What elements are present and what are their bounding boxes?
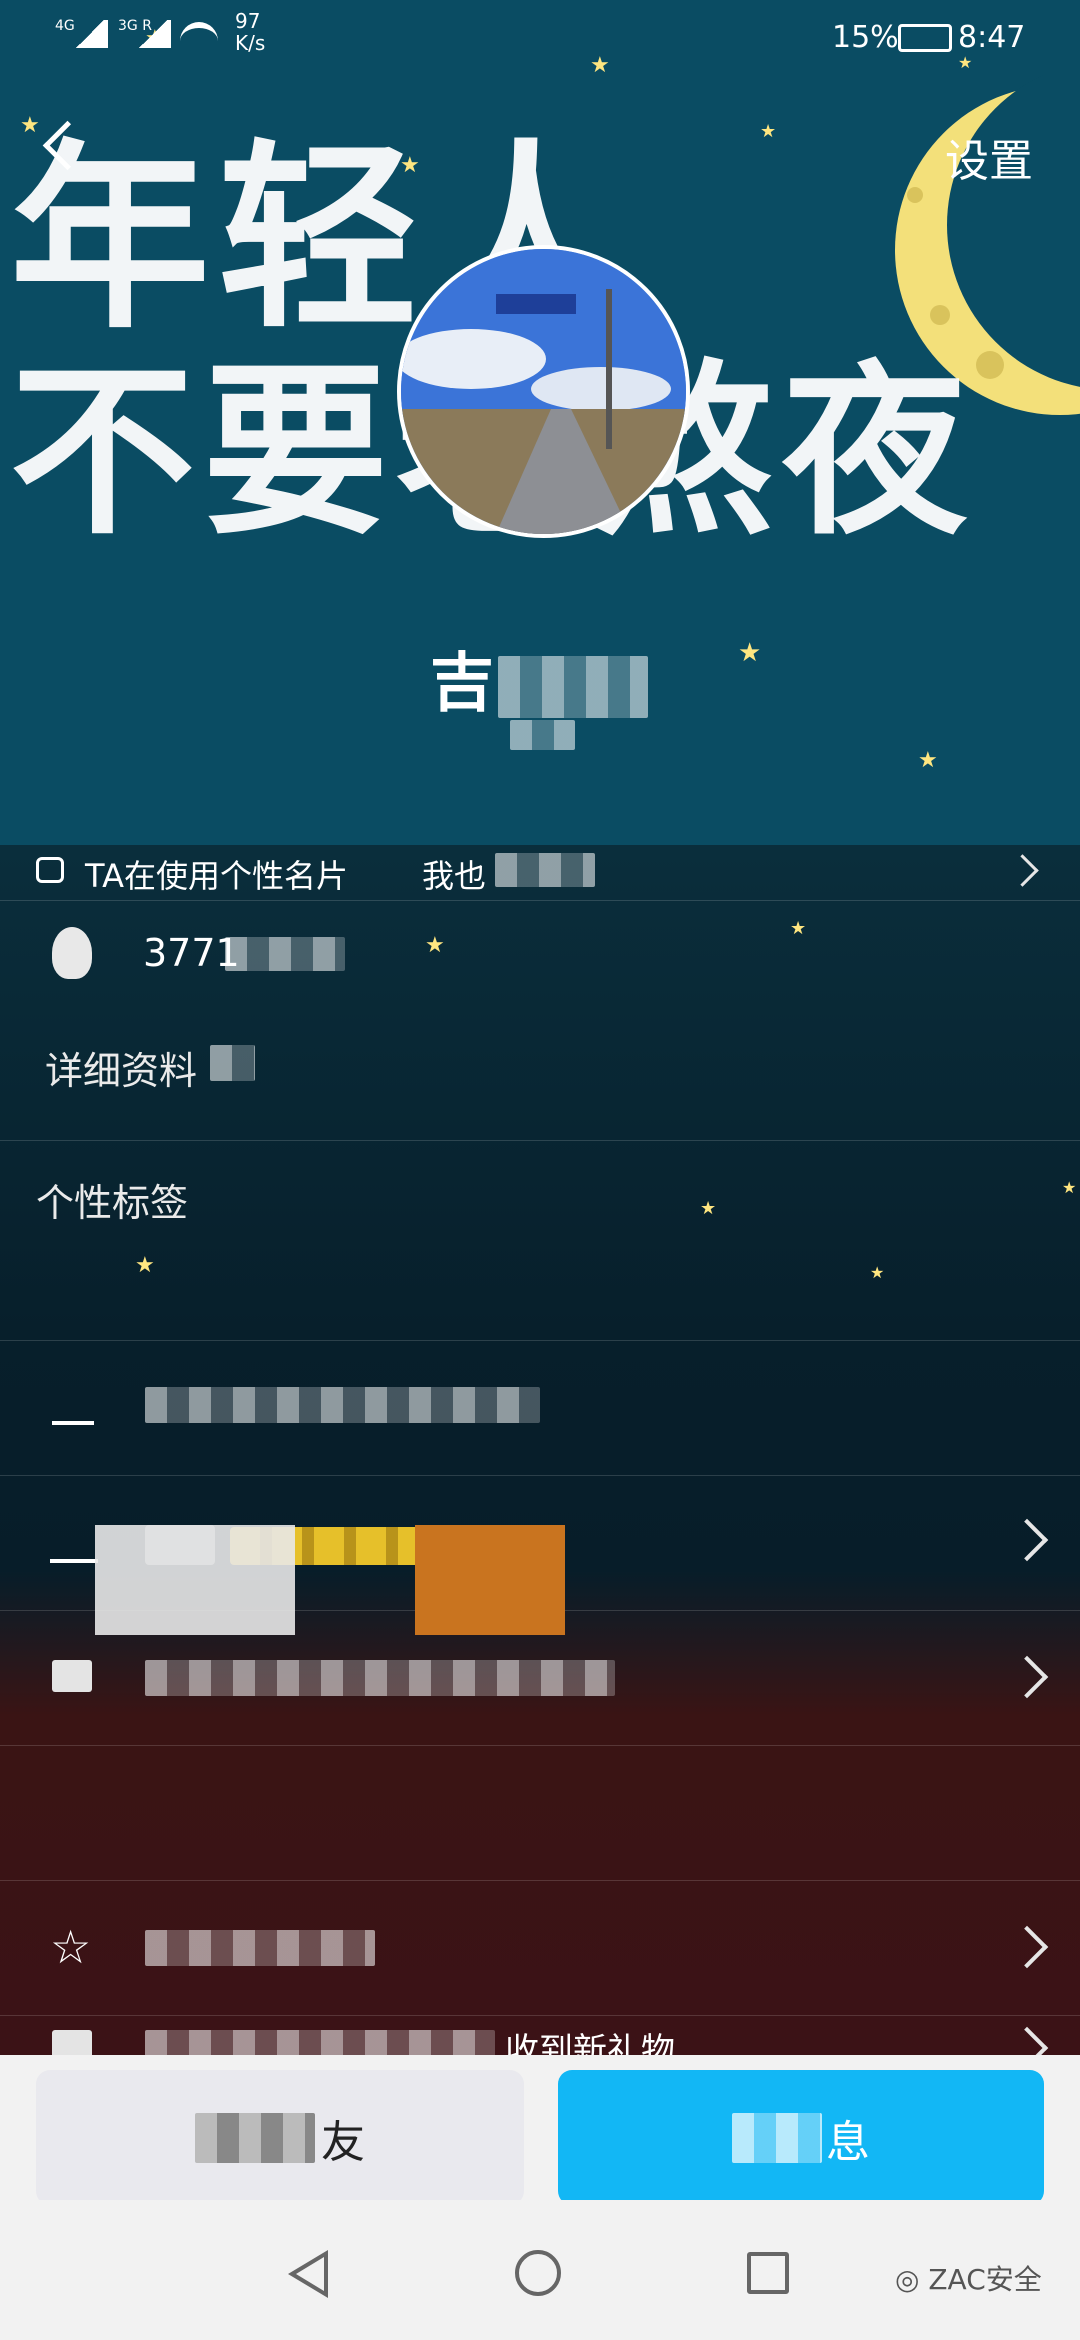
- avatar[interactable]: [397, 245, 690, 538]
- id-row[interactable]: [0, 1610, 1080, 1746]
- add-friend-button[interactable]: 友: [36, 2070, 524, 2205]
- gift-icon: [52, 2030, 92, 2055]
- redacted-mosaic: [495, 853, 595, 887]
- chevron-right-icon: [1005, 2026, 1049, 2055]
- qzone-icon: ☆: [50, 1920, 92, 1974]
- theme-row-text: TA在使用个性名片: [85, 857, 348, 895]
- qzone-row[interactable]: ☆: [0, 1880, 1080, 2016]
- details-label: 详细资料: [45, 1049, 198, 1093]
- watermark: ◎ ZAC安全: [895, 2263, 1042, 2296]
- star-decoration: ★: [918, 748, 938, 773]
- profile-cover: ★ ★ ★ ★ ★ ★ ★ ★ 年轻人 不要老熬夜 吉 设置: [0, 0, 1080, 845]
- chevron-right-icon: [1005, 1518, 1049, 1562]
- status-bar: 4G 3G R 97 K/s 15% 8:47: [0, 0, 1080, 80]
- signature-row[interactable]: [0, 1340, 1080, 1476]
- signal-icon: [72, 20, 108, 48]
- tags-row[interactable]: 个性标签: [0, 1140, 1080, 1341]
- redacted-mosaic: [498, 656, 648, 719]
- redacted-mosaic: [145, 2030, 495, 2055]
- wifi-icon: [180, 22, 218, 52]
- nav-back-inner: [296, 2257, 324, 2291]
- gift-row[interactable]: 收到新礼物: [0, 2015, 1080, 2055]
- star-decoration: ★: [760, 121, 777, 142]
- avatar-photo: [401, 249, 686, 534]
- redacted-mosaic: [145, 1930, 375, 1966]
- level-icon: [50, 1527, 98, 1563]
- theme-card-row[interactable]: TA在使用个性名片 我也: [0, 845, 1080, 901]
- signal-icon: [135, 20, 171, 48]
- redacted-mosaic: [210, 1045, 255, 1081]
- qq-penguin-icon: [52, 927, 92, 979]
- tags-label: 个性标签: [36, 1181, 189, 1225]
- nickname: 吉: [430, 632, 648, 724]
- redacted-mosaic: [225, 937, 345, 971]
- redacted-mosaic: [145, 1387, 540, 1423]
- blank-row: [0, 1745, 1080, 1881]
- theme-row-action: 我也: [422, 857, 487, 895]
- nav-recent-icon[interactable]: [747, 2252, 789, 2294]
- gift-row-text: 收到新礼物: [505, 2031, 675, 2055]
- settings-button[interactable]: 设置: [945, 125, 1033, 189]
- battery-percent: 15%: [832, 20, 899, 55]
- card-icon: [36, 857, 64, 883]
- wechat-icon: ◎: [895, 2263, 929, 2296]
- chevron-right-icon: [1005, 1655, 1049, 1699]
- star-decoration: ★: [738, 638, 762, 668]
- level-row[interactable]: [0, 1475, 1080, 1635]
- network-speed: 97 K/s: [235, 9, 266, 55]
- redacted-mosaic: [145, 1660, 615, 1696]
- nav-home-icon[interactable]: [515, 2250, 561, 2296]
- id-icon: [52, 1660, 92, 1692]
- send-message-button[interactable]: 息: [558, 2070, 1044, 2205]
- profile-info: ★ ★ ★ ★ ★ ★ TA在使用个性名片 我也 3771 详细资料 个性标签: [0, 845, 1080, 2055]
- redacted-mosaic: [195, 2112, 315, 2163]
- battery-icon: [898, 24, 952, 52]
- chevron-right-icon: [1005, 1925, 1049, 1969]
- qq-number-row: 3771: [0, 905, 1080, 1015]
- chevron-right-icon: [1006, 854, 1039, 887]
- system-navigation-bar: ◎ ZAC安全: [0, 2200, 1080, 2340]
- clock: 8:47: [958, 20, 1026, 55]
- details-row[interactable]: 详细资料: [0, 1015, 1080, 1141]
- redacted-mosaic: [510, 720, 575, 750]
- redacted-mosaic: [732, 2112, 822, 2163]
- edit-icon: [52, 1385, 94, 1425]
